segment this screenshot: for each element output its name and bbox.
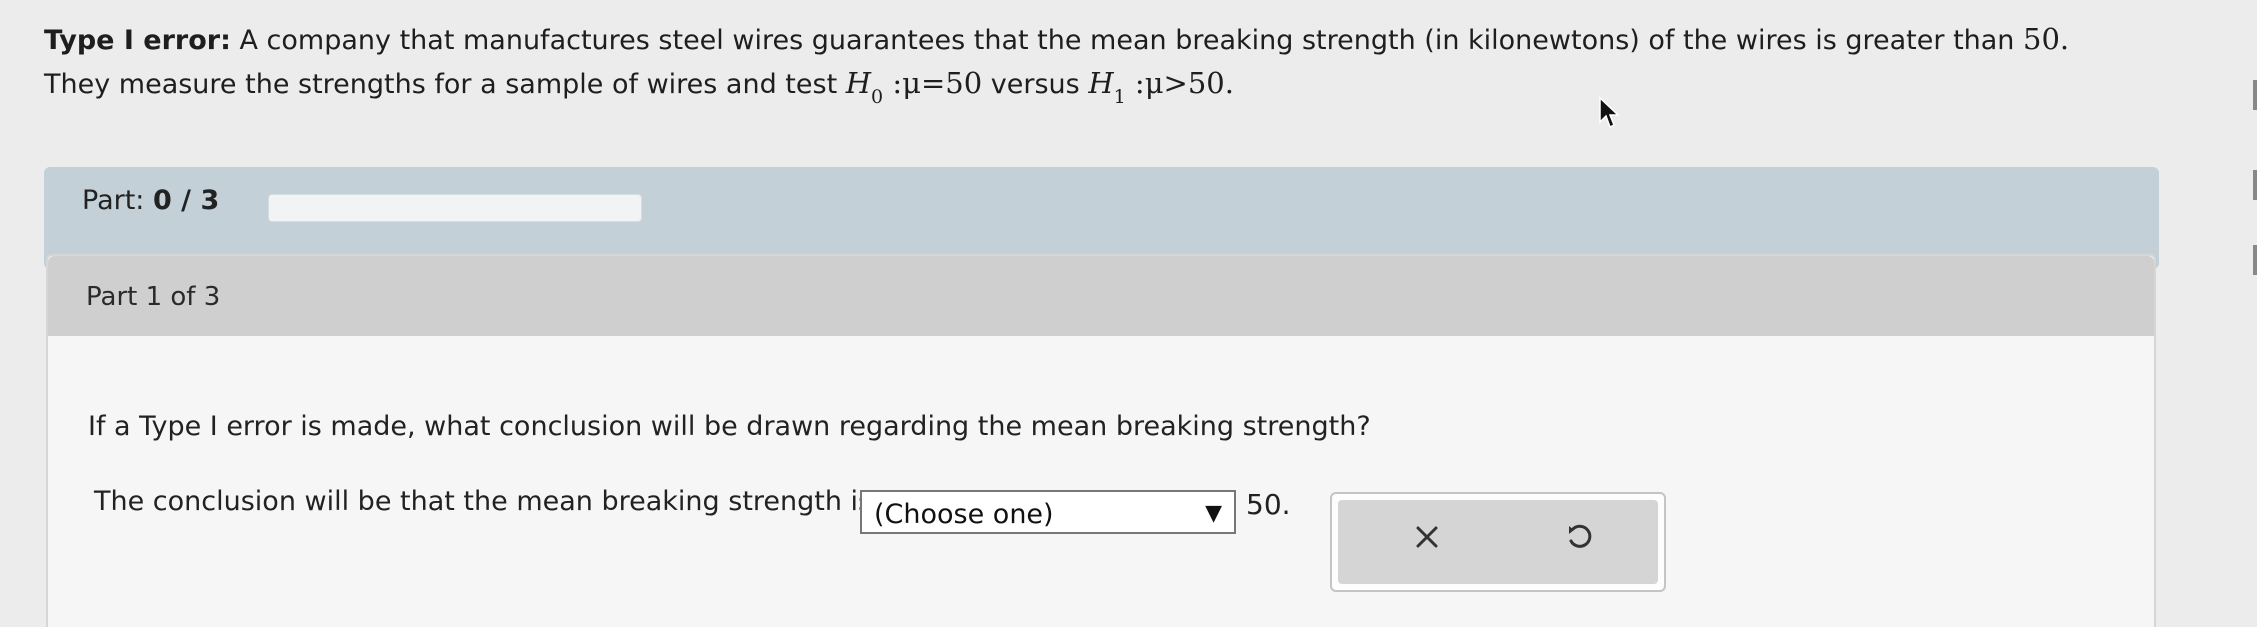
undo-icon[interactable]	[1564, 522, 1594, 552]
conclusion-select[interactable]: (Choose one) ▼	[860, 490, 1236, 534]
mouse-cursor-icon	[1599, 96, 1620, 129]
conclusion-select-value: (Choose one)	[874, 499, 1054, 530]
part-progress-label: Part: 0 / 3	[82, 185, 219, 216]
answer-prefix: The conclusion will be that the mean bre…	[94, 486, 873, 517]
part-progress-prefix: Part:	[82, 185, 145, 216]
clear-icon[interactable]	[1412, 522, 1442, 552]
alternative-hypothesis: H1 :μ>50.	[1088, 66, 1234, 108]
problem-text-1: A company that manufactures steel wires …	[239, 25, 2015, 56]
h1-variable: H	[1088, 66, 1114, 100]
h1-expression: :μ>50.	[1134, 66, 1234, 100]
versus-text: versus	[990, 69, 1080, 100]
h0-subscript: 0	[871, 86, 884, 108]
question-text: If a Type I error is made, what conclusi…	[88, 411, 1371, 442]
dropdown-arrow-icon: ▼	[1205, 501, 1222, 526]
side-panel-edge	[2253, 170, 2257, 200]
problem-statement: Type I error: A company that manufacture…	[44, 18, 2124, 108]
problem-value: 50.	[2023, 22, 2070, 56]
side-panel-edge	[2253, 80, 2257, 110]
answer-actions-panel	[1330, 492, 1666, 592]
answer-suffix: 50.	[1246, 488, 1291, 521]
h0-variable: H	[845, 66, 872, 100]
h1-subscript: 1	[1113, 86, 1126, 108]
h0-expression: :μ=50	[892, 66, 983, 100]
null-hypothesis: H0 :μ=50	[845, 66, 983, 108]
part-title: Part 1 of 3	[86, 282, 221, 312]
problem-text-2: They measure the strengths for a sample …	[44, 69, 838, 100]
part-card: Part 1 of 3 If a Type I error is made, w…	[46, 254, 2156, 627]
part-header: Part 1 of 3	[48, 256, 2154, 336]
side-panel-edge	[2253, 245, 2257, 275]
answer-actions-inner	[1338, 500, 1658, 584]
progress-track	[268, 194, 642, 222]
part-progress-count: 0 / 3	[153, 185, 220, 216]
problem-lead: Type I error:	[44, 25, 231, 56]
